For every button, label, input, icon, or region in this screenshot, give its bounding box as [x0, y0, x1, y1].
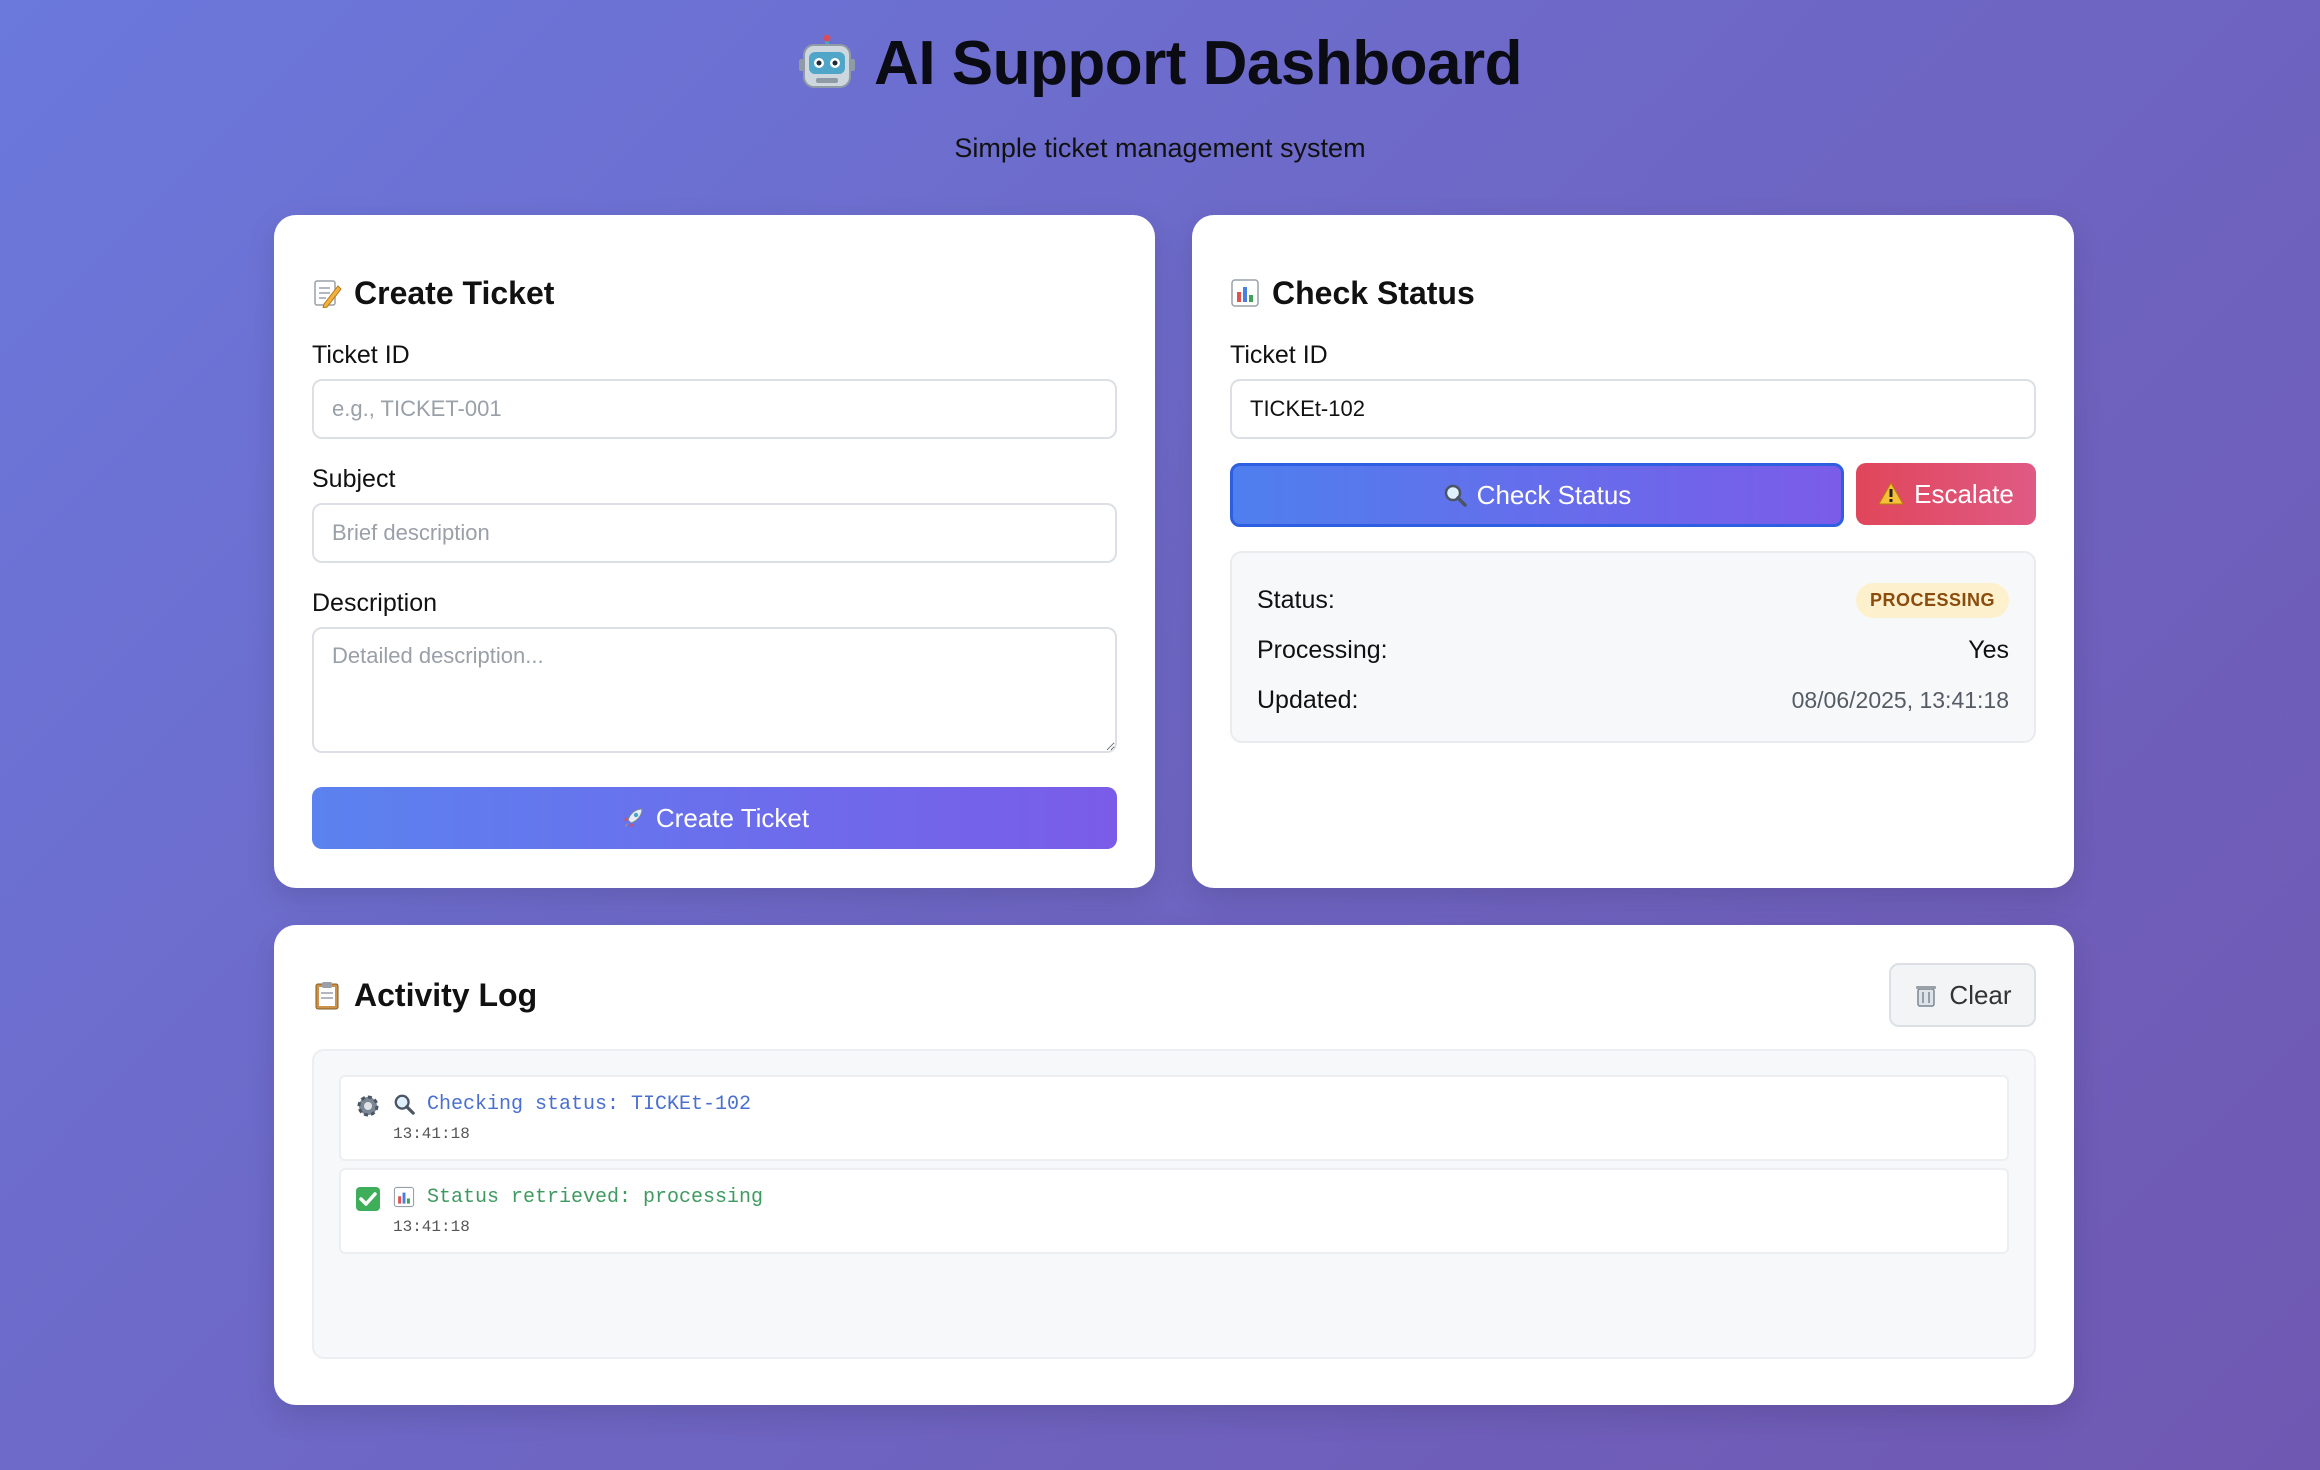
check-status-title: Check Status — [1272, 274, 1475, 311]
status-badge: PROCESSING — [1855, 582, 2009, 618]
page-header: AI Support Dashboard Simple ticket manag… — [0, 0, 2320, 164]
log-entry: Status retrieved: processing 13:41:18 — [339, 1168, 2009, 1254]
log-entry-body: Checking status: TICKEt-102 13:41:18 — [393, 1089, 751, 1147]
check-status-heading: Check Status — [1230, 271, 2036, 315]
bar-chart-icon — [1230, 278, 1260, 308]
log-entry-time: 13:41:18 — [393, 1218, 470, 1236]
page-title-text: AI Support Dashboard — [874, 29, 1522, 98]
create-ticket-button[interactable]: Create Ticket — [312, 787, 1117, 849]
updated-key: Updated: — [1257, 685, 1359, 714]
log-entry-message: Status retrieved: processing — [393, 1182, 763, 1212]
status-ticket-id-label: Ticket ID — [1230, 341, 1328, 369]
status-actions: Check Status Escalate — [1230, 463, 2036, 527]
activity-log-heading: Activity Log — [312, 973, 537, 1017]
activity-log-list: Checking status: TICKEt-102 13:41:18 Sta… — [312, 1049, 2036, 1359]
log-entry-time: 13:41:18 — [393, 1125, 470, 1143]
activity-log-card: Activity Log Clear Checking status: TICK… — [274, 925, 2074, 1405]
updated-value: 08/06/2025, 13:41:18 — [1791, 686, 2009, 713]
check-status-card: Check Status Ticket ID Check Status Esca… — [1192, 215, 2074, 888]
clipboard-icon — [312, 980, 342, 1010]
create-ticket-button-label: Create Ticket — [655, 802, 810, 833]
page-title: AI Support Dashboard — [798, 28, 1522, 99]
robot-icon — [798, 34, 856, 93]
updated-row: Updated: 08/06/2025, 13:41:18 — [1257, 675, 2009, 725]
memo-icon — [312, 278, 342, 309]
subject-input[interactable] — [312, 503, 1117, 563]
description-label: Description — [312, 589, 438, 617]
status-result-panel: Status: PROCESSING Processing: Yes Updat… — [1230, 551, 2036, 743]
log-entry-message: Checking status: TICKEt-102 — [393, 1089, 751, 1119]
escalate-button-label: Escalate — [1914, 478, 2014, 509]
processing-key: Processing: — [1257, 635, 1388, 664]
log-entry: Checking status: TICKEt-102 13:41:18 — [339, 1075, 2009, 1161]
log-entry-body: Status retrieved: processing 13:41:18 — [393, 1182, 763, 1240]
clear-log-button[interactable]: Clear — [1889, 963, 2036, 1027]
create-ticket-card: Create Ticket Ticket ID Subject Descript… — [274, 215, 1155, 888]
status-ticket-id-input[interactable] — [1230, 379, 2036, 439]
ticket-id-label: Ticket ID — [312, 341, 410, 369]
activity-log-header: Activity Log Clear — [312, 963, 2036, 1027]
processing-row: Processing: Yes — [1257, 625, 2009, 675]
warning-icon — [1878, 481, 1904, 507]
ticket-id-input[interactable] — [312, 379, 1117, 439]
log-entry-text: Status retrieved: processing — [427, 1185, 764, 1209]
status-key: Status: — [1257, 585, 1335, 614]
status-row: Status: PROCESSING — [1257, 575, 2009, 625]
create-ticket-heading: Create Ticket — [312, 271, 1117, 315]
page-subtitle: Simple ticket management system — [954, 133, 1366, 163]
rocket-icon — [620, 805, 646, 831]
clear-log-button-label: Clear — [1949, 979, 2012, 1010]
activity-log-title: Activity Log — [354, 976, 538, 1013]
check-icon — [355, 1186, 381, 1212]
create-ticket-title: Create Ticket — [354, 274, 555, 311]
log-entry-text: Checking status: TICKEt-102 — [427, 1092, 752, 1116]
gear-icon — [355, 1093, 381, 1119]
chart-icon — [393, 1186, 415, 1208]
escalate-button[interactable]: Escalate — [1856, 463, 2036, 525]
subject-label: Subject — [312, 465, 396, 493]
description-textarea[interactable] — [312, 627, 1117, 753]
check-status-button-label: Check Status — [1476, 479, 1632, 510]
magnifier-icon — [1443, 483, 1467, 507]
trash-icon — [1913, 982, 1939, 1008]
check-status-button[interactable]: Check Status — [1230, 463, 1844, 527]
processing-value: Yes — [1968, 635, 2009, 664]
magnifier-icon — [393, 1093, 415, 1115]
